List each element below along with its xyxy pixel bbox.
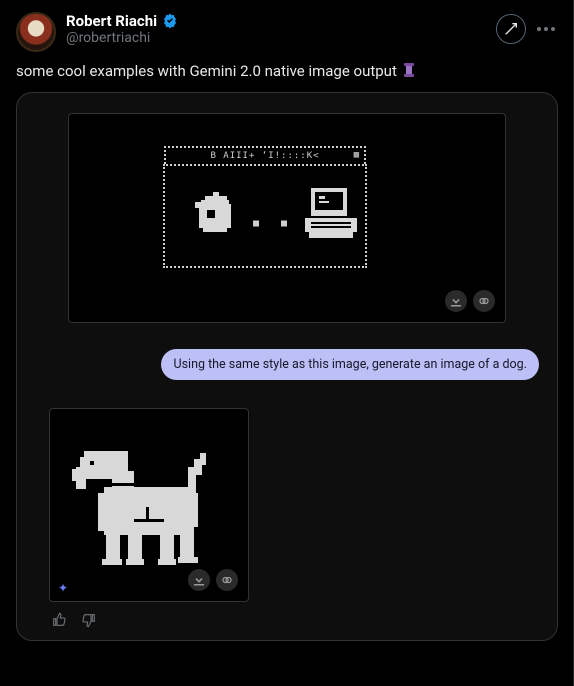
copy-icon xyxy=(221,574,233,586)
more-button[interactable] xyxy=(534,17,558,41)
tweet-text: some cool examples with Gemini 2.0 nativ… xyxy=(16,62,558,80)
computer-icon xyxy=(305,188,357,244)
author-handle[interactable]: @robertriachi xyxy=(66,30,179,47)
chat-embed-card: B AIII+ ‘I!::::K< ▦ ■ ■ ■ ■ xyxy=(16,92,558,641)
user-prompt-bubble: Using the same style as this image, gene… xyxy=(161,349,539,380)
more-icon xyxy=(537,27,555,31)
author-name[interactable]: Robert Riachi xyxy=(66,12,157,30)
dislike-button[interactable] xyxy=(79,610,99,630)
thumbs-up-icon xyxy=(51,612,67,628)
chat-image-panel-2[interactable]: ✦ xyxy=(49,408,249,602)
sparkle-icon: ✦ xyxy=(58,581,68,595)
tweet-header: Robert Riachi @robertriachi xyxy=(16,12,558,52)
download-button-2[interactable] xyxy=(188,569,210,591)
kettle-icon xyxy=(195,192,241,242)
feedback-row xyxy=(49,610,543,630)
like-button[interactable] xyxy=(49,610,69,630)
verified-badge-icon xyxy=(161,12,179,30)
chat-image-panel-1[interactable]: B AIII+ ‘I!::::K< ▦ ■ ■ ■ ■ xyxy=(68,113,506,323)
copy-button[interactable] xyxy=(473,290,495,312)
ascii-window-frame: B AIII+ ‘I!::::K< ▦ ■ ■ ■ ■ xyxy=(163,164,367,268)
ascii-window-header: B AIII+ ‘I!::::K< ▦ xyxy=(164,146,366,164)
dog-pixel-art xyxy=(50,409,250,589)
thumbs-down-icon xyxy=(81,612,97,628)
download-button[interactable] xyxy=(445,290,467,312)
download-icon xyxy=(450,295,462,307)
grok-icon xyxy=(503,21,519,37)
ascii-close-icon: ▦ xyxy=(354,150,360,160)
copy-icon xyxy=(478,295,490,307)
copy-button-2[interactable] xyxy=(216,569,238,591)
author-block: Robert Riachi @robertriachi xyxy=(66,12,179,47)
download-icon xyxy=(193,574,205,586)
prompt-text: Using the same style as this image, gene… xyxy=(173,357,527,372)
thread-emoji-icon xyxy=(401,62,417,78)
tweet-body-text: some cool examples with Gemini 2.0 nativ… xyxy=(16,62,397,80)
tweet-container: Robert Riachi @robertriachi some cool ex… xyxy=(0,0,574,653)
grok-button[interactable] xyxy=(496,14,526,44)
avatar[interactable] xyxy=(16,12,56,52)
